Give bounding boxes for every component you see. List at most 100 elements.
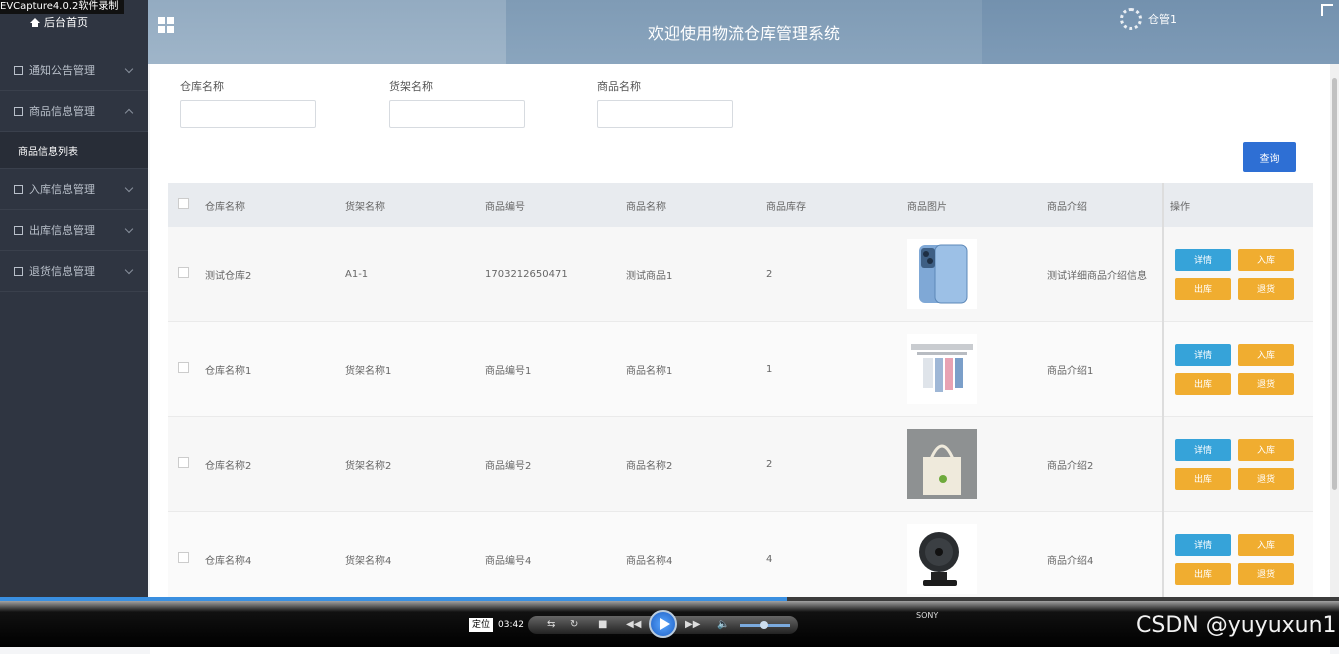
fullscreen-icon[interactable] (1321, 4, 1333, 16)
sidebar-item-label: 通知公告管理 (29, 64, 95, 77)
row-checkbox[interactable] (178, 457, 189, 468)
desk-fan-image[interactable] (907, 524, 977, 594)
sidebar-home[interactable]: 后台首页 (30, 14, 88, 30)
select-all-checkbox[interactable] (178, 198, 189, 209)
sidebar-item-goods[interactable]: 商品信息管理 (0, 91, 148, 132)
main-content: 仓库名称 货架名称 商品名称 查询 仓库名称 货架名称 商品编号 商品名称 商品… (150, 64, 1330, 654)
cell-code: 商品编号1 (484, 321, 625, 417)
edit-icon (14, 225, 23, 235)
table-row: 仓库名称2 货架名称2 商品编号2 商品名称2 2 商品介绍2 详情 入库 出库… (168, 416, 1313, 512)
sidebar-item-outbound[interactable]: 出库信息管理 (0, 210, 148, 251)
row-checkbox[interactable] (178, 552, 189, 563)
table-row: 测试仓库2 A1-1 1703212650471 测试商品1 2 测试详细商品介… (168, 227, 1313, 322)
outbound-button[interactable]: 出库 (1175, 372, 1231, 395)
volume-slider[interactable] (740, 621, 790, 629)
return-button[interactable]: 退货 (1238, 562, 1294, 585)
cell-name: 商品名称1 (625, 321, 765, 417)
column-header: 仓库名称 (204, 183, 344, 227)
edit-icon (14, 106, 23, 116)
chevron-up-icon (124, 108, 134, 118)
cell-code: 1703212650471 (484, 227, 625, 322)
scrollbar-thumb[interactable] (1332, 78, 1337, 490)
playback-progress-fill (0, 597, 788, 601)
inbound-button[interactable]: 入库 (1238, 438, 1294, 461)
return-button[interactable]: 退货 (1238, 467, 1294, 490)
stop-icon[interactable]: ■ (598, 619, 607, 631)
cell-stock: 2 (765, 227, 906, 322)
locate-button[interactable]: 定位 (469, 618, 494, 632)
menu-toggle-icon[interactable] (158, 17, 174, 33)
sidebar-home-label: 后台首页 (44, 16, 88, 29)
cell-shelf: 货架名称4 (344, 511, 484, 607)
play-icon[interactable] (649, 610, 677, 638)
edit-icon (14, 184, 23, 194)
cell-name: 商品名称2 (625, 416, 765, 512)
outbound-button[interactable]: 出库 (1175, 467, 1231, 490)
detail-button[interactable]: 详情 (1175, 533, 1231, 556)
inbound-button[interactable]: 入库 (1238, 533, 1294, 556)
user-menu[interactable]: 仓管1 (1120, 8, 1177, 30)
avatar-icon (1120, 8, 1142, 30)
repeat-icon[interactable]: ⇆ (547, 619, 555, 631)
refresh-icon[interactable]: ↻ (570, 619, 578, 631)
edit-icon (14, 65, 23, 75)
tote-bag-image[interactable] (907, 429, 977, 499)
watermark: CSDN @yuyuxun1 (1136, 613, 1337, 638)
cell-stock: 1 (765, 321, 906, 417)
playback-time: 03:42 (498, 620, 524, 630)
table-row: 仓库名称4 货架名称4 商品编号4 商品名称4 4 商品介绍4 详情 入库 出库… (168, 511, 1313, 607)
video-player-bar: SONY 定位 03:42 ⇆ ↻ ■ ◀◀ ▶▶ 🔈 CSDN @yuyuxu… (0, 597, 1339, 647)
cell-warehouse: 测试仓库2 (204, 227, 344, 322)
sidebar-item-label: 退货信息管理 (29, 265, 95, 278)
edit-icon (14, 266, 23, 276)
sidebar-subitem-goods-list[interactable]: 商品信息列表 (0, 132, 148, 169)
column-header: 商品介绍 (1046, 183, 1163, 227)
volume-knob[interactable] (760, 621, 768, 629)
sidebar-item-notice[interactable]: 通知公告管理 (0, 50, 148, 91)
row-checkbox[interactable] (178, 267, 189, 278)
shelf-name-input[interactable] (389, 100, 525, 128)
sidebar-item-label: 商品信息管理 (29, 105, 95, 118)
cell-image (906, 511, 1046, 607)
home-icon (30, 17, 40, 27)
column-header: 商品名称 (625, 183, 765, 227)
chevron-down-icon (124, 265, 134, 275)
row-checkbox[interactable] (178, 362, 189, 373)
rewind-icon[interactable]: ◀◀ (626, 619, 641, 631)
warehouse-name-input[interactable] (180, 100, 316, 128)
sidebar-item-inbound[interactable]: 入库信息管理 (0, 169, 148, 210)
playback-progress[interactable] (0, 597, 1339, 601)
cell-name: 商品名称4 (625, 511, 765, 607)
outbound-button[interactable]: 出库 (1175, 277, 1231, 300)
sidebar-menu: 通知公告管理 商品信息管理 商品信息列表 入库信息管理 出库信息管理 退货信息管… (0, 50, 148, 292)
vertical-scrollbar[interactable] (1330, 64, 1339, 604)
search-warehouse: 仓库名称 (180, 78, 316, 128)
detail-button[interactable]: 详情 (1175, 438, 1231, 461)
cell-intro: 商品介绍4 (1046, 511, 1163, 607)
sidebar-item-label: 出库信息管理 (29, 224, 95, 237)
volume-icon[interactable]: 🔈 (717, 619, 729, 631)
fast-forward-icon[interactable]: ▶▶ (685, 619, 700, 631)
column-header: 操作 (1162, 183, 1313, 227)
search-warehouse-label: 仓库名称 (180, 80, 224, 93)
table-row: 仓库名称1 货架名称1 商品编号1 商品名称1 1 商品介绍1 详情 入库 出库… (168, 321, 1313, 417)
column-header: 商品图片 (906, 183, 1046, 227)
cell-shelf: 货架名称1 (344, 321, 484, 417)
header-title: 欢迎使用物流仓库管理系统 (506, 0, 982, 64)
goods-name-input[interactable] (597, 100, 733, 128)
partial-image-label: SONY (916, 611, 939, 620)
clothes-rack-image[interactable] (907, 334, 977, 404)
sidebar-item-returns[interactable]: 退货信息管理 (0, 251, 148, 292)
query-button[interactable]: 查询 (1243, 142, 1296, 172)
cell-intro: 商品介绍1 (1046, 321, 1163, 417)
top-header: 欢迎使用物流仓库管理系统 仓管1 (148, 0, 1339, 64)
outbound-button[interactable]: 出库 (1175, 562, 1231, 585)
inbound-button[interactable]: 入库 (1238, 343, 1294, 366)
detail-button[interactable]: 详情 (1175, 248, 1231, 271)
inbound-button[interactable]: 入库 (1238, 248, 1294, 271)
return-button[interactable]: 退货 (1238, 372, 1294, 395)
return-button[interactable]: 退货 (1238, 277, 1294, 300)
cell-code: 商品编号2 (484, 416, 625, 512)
detail-button[interactable]: 详情 (1175, 343, 1231, 366)
phone-image[interactable] (907, 239, 977, 309)
